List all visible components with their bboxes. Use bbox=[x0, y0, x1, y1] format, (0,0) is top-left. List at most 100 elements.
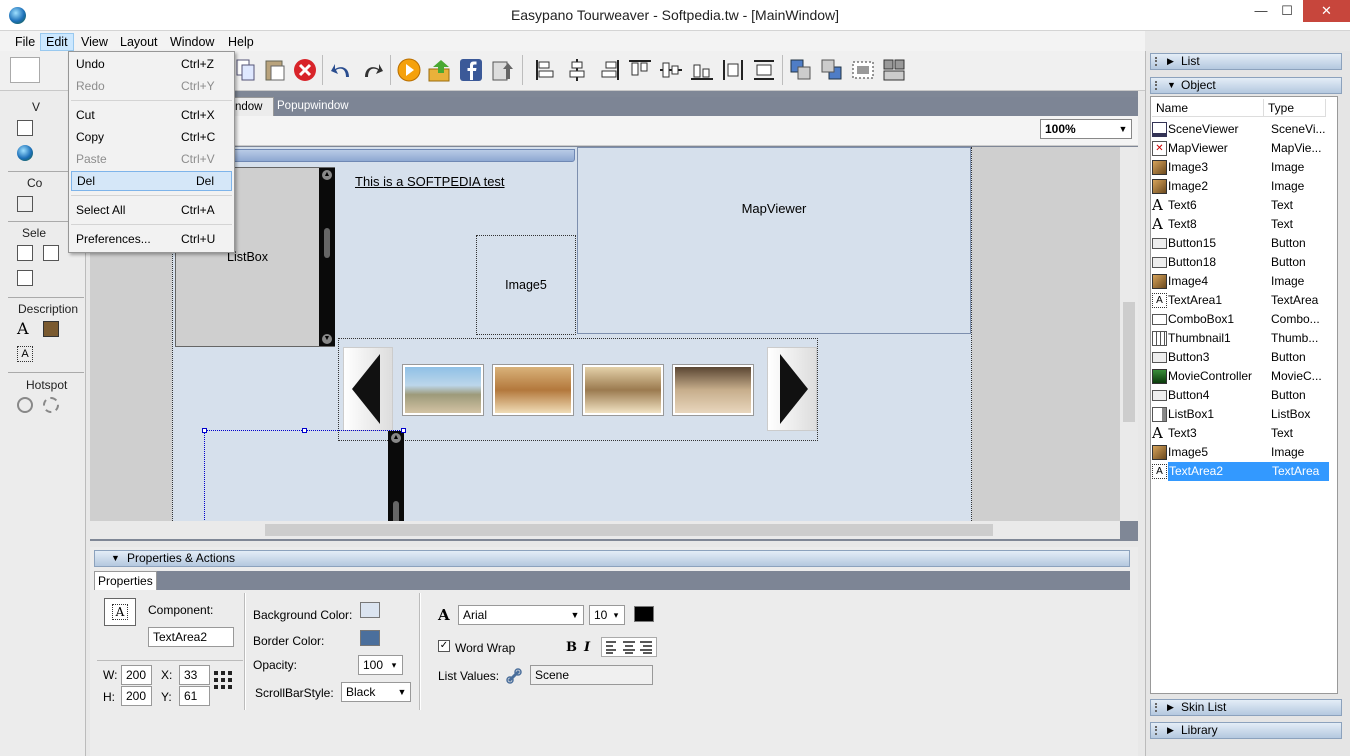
menu-item-copy[interactable]: Copy Ctrl+C bbox=[71, 127, 232, 147]
component-name-input[interactable]: TextArea2 bbox=[148, 627, 234, 647]
thumbnail-image-1[interactable] bbox=[403, 365, 483, 415]
border-color-swatch[interactable] bbox=[360, 630, 380, 646]
library-panel-header[interactable]: ▶ Library bbox=[1150, 722, 1342, 739]
scroll-down-icon[interactable]: ▼ bbox=[322, 334, 332, 344]
object-row-text3[interactable]: A Text3 Text bbox=[1152, 424, 1328, 443]
menu-item-preferences[interactable]: Preferences... Ctrl+U bbox=[71, 229, 232, 249]
object-row-button3[interactable]: Button3 Button bbox=[1152, 348, 1328, 367]
object-row-textarea2[interactable]: A TextArea2 TextArea bbox=[1152, 462, 1329, 481]
mapviewer-tool-icon[interactable] bbox=[17, 145, 33, 161]
column-header-type[interactable]: Type bbox=[1264, 99, 1326, 117]
image5-widget[interactable]: Image5 bbox=[476, 235, 576, 335]
publish-icon[interactable] bbox=[427, 57, 453, 83]
bring-front-icon[interactable] bbox=[788, 57, 814, 83]
zoom-select[interactable]: 100% ▼ bbox=[1040, 119, 1132, 139]
align-middle-icon[interactable] bbox=[658, 57, 684, 83]
y-input[interactable]: 61 bbox=[179, 686, 210, 706]
polygon-hotspot-tool-icon[interactable] bbox=[43, 397, 59, 413]
object-row-button4[interactable]: Button4 Button bbox=[1152, 386, 1328, 405]
object-row-image3[interactable]: Image3 Image bbox=[1152, 158, 1328, 177]
italic-button[interactable]: I bbox=[584, 640, 590, 655]
menu-item-cut[interactable]: Cut Ctrl+X bbox=[71, 105, 232, 125]
align-top-icon[interactable] bbox=[627, 57, 653, 83]
send-back-icon[interactable] bbox=[819, 57, 845, 83]
thumbnail-image-3[interactable] bbox=[583, 365, 663, 415]
align-center-icon[interactable] bbox=[564, 57, 590, 83]
chevron-down-icon[interactable]: ▼ bbox=[396, 686, 408, 698]
text-tool-icon[interactable]: A bbox=[17, 321, 33, 337]
undo-icon[interactable] bbox=[329, 57, 355, 83]
workspace-vscroll[interactable] bbox=[1120, 147, 1138, 521]
chevron-down-icon[interactable]: ▾ bbox=[388, 659, 400, 671]
upload-icon[interactable] bbox=[490, 57, 516, 83]
x-input[interactable]: 33 bbox=[179, 665, 210, 685]
object-row-button18[interactable]: Button18 Button bbox=[1152, 253, 1328, 272]
thumbnail-prev-button[interactable] bbox=[343, 347, 393, 431]
layout-grid-icon[interactable] bbox=[881, 57, 907, 83]
skin-list-panel-header[interactable]: ▶ Skin List bbox=[1150, 699, 1342, 716]
height-input[interactable]: 200 bbox=[121, 686, 152, 706]
listbox-scrollbar[interactable]: ▲ ▼ bbox=[319, 168, 335, 346]
object-row-thumbnail1[interactable]: Thumbnail1 Thumb... bbox=[1152, 329, 1328, 348]
thumbnail-next-button[interactable] bbox=[767, 347, 817, 431]
sceneviewer-tool-icon[interactable] bbox=[17, 120, 33, 136]
object-row-moviecontroller[interactable]: MovieController MovieC... bbox=[1152, 367, 1328, 386]
maximize-button[interactable]: ☐ bbox=[1274, 0, 1300, 22]
menu-item-undo[interactable]: Undo Ctrl+Z bbox=[71, 54, 232, 74]
font-size-select[interactable]: 10 ▾ bbox=[589, 605, 625, 625]
hotspot-tool-icon[interactable] bbox=[17, 397, 33, 413]
combobox-tool-icon[interactable] bbox=[43, 245, 59, 261]
opacity-input[interactable]: 100 ▾ bbox=[358, 655, 403, 675]
properties-actions-header[interactable]: ▼ Properties & Actions bbox=[94, 550, 1130, 567]
object-row-combobox1[interactable]: ComboBox1 Combo... bbox=[1152, 310, 1328, 329]
list-values-input[interactable]: Scene bbox=[530, 665, 653, 685]
menu-edit[interactable]: Edit bbox=[40, 33, 74, 51]
align-left-icon[interactable] bbox=[533, 57, 559, 83]
redo-icon[interactable] bbox=[359, 57, 385, 83]
close-button[interactable]: ✕ bbox=[1303, 0, 1350, 22]
bg-color-swatch[interactable] bbox=[360, 602, 380, 618]
tab-popupwindow[interactable]: Popupwindow bbox=[267, 97, 359, 116]
object-row-sceneviewer[interactable]: SceneViewer SceneVi... bbox=[1152, 120, 1328, 139]
object-row-text8[interactable]: A Text8 Text bbox=[1152, 215, 1328, 234]
object-row-image5[interactable]: Image5 Image bbox=[1152, 443, 1328, 462]
button-tool-icon[interactable] bbox=[17, 196, 33, 212]
menu-layout[interactable]: Layout bbox=[115, 33, 163, 51]
menu-item-del[interactable]: Del Del bbox=[71, 171, 232, 191]
menu-view[interactable]: View bbox=[76, 33, 113, 51]
object-panel-header[interactable]: ▼ Object bbox=[1150, 77, 1342, 94]
object-row-image4[interactable]: Image4 Image bbox=[1152, 272, 1328, 291]
facebook-icon[interactable] bbox=[458, 57, 484, 83]
font-family-select[interactable]: Arial ▼ bbox=[458, 605, 584, 625]
minimize-button[interactable]: — bbox=[1248, 0, 1274, 22]
thumbnail-image-4[interactable] bbox=[673, 365, 753, 415]
textarea-tool-icon[interactable]: A bbox=[17, 346, 33, 362]
distribute-horizontal-icon[interactable] bbox=[720, 57, 746, 83]
textarea2-widget[interactable]: ▲ bbox=[202, 428, 406, 521]
word-wrap-checkbox[interactable]: ✓ bbox=[438, 640, 450, 652]
menu-item-paste[interactable]: Paste Ctrl+V bbox=[71, 149, 232, 169]
preview-play-icon[interactable] bbox=[396, 57, 422, 83]
delete-icon[interactable] bbox=[292, 57, 318, 83]
mapviewer-widget[interactable]: MapViewer bbox=[577, 147, 971, 334]
chevron-down-icon[interactable]: ▼ bbox=[569, 609, 581, 621]
column-header-name[interactable]: Name bbox=[1152, 99, 1264, 117]
thumbnail-image-2[interactable] bbox=[493, 365, 573, 415]
softpedia-text[interactable]: This is a SOFTPEDIA test bbox=[355, 174, 505, 189]
width-input[interactable]: 200 bbox=[121, 665, 152, 685]
align-right-icon[interactable] bbox=[596, 57, 622, 83]
object-row-text6[interactable]: A Text6 Text bbox=[1152, 196, 1328, 215]
workspace-hscroll[interactable] bbox=[90, 521, 1120, 539]
menu-help[interactable]: Help bbox=[223, 33, 259, 51]
anchor-grid-icon[interactable] bbox=[214, 671, 234, 691]
chevron-down-icon[interactable]: ▾ bbox=[610, 609, 622, 621]
menu-file[interactable]: File bbox=[10, 33, 40, 51]
link-edit-icon[interactable] bbox=[506, 668, 522, 684]
distribute-vertical-icon[interactable] bbox=[751, 57, 777, 83]
listbox-tool-icon[interactable] bbox=[17, 270, 33, 286]
object-row-mapviewer[interactable]: ✕ MapViewer MapVie... bbox=[1152, 139, 1328, 158]
list-panel-header[interactable]: ▶ List bbox=[1150, 53, 1342, 70]
text-color-swatch[interactable] bbox=[634, 606, 654, 622]
object-row-image2[interactable]: Image2 Image bbox=[1152, 177, 1328, 196]
image-tool-icon[interactable] bbox=[43, 321, 59, 337]
